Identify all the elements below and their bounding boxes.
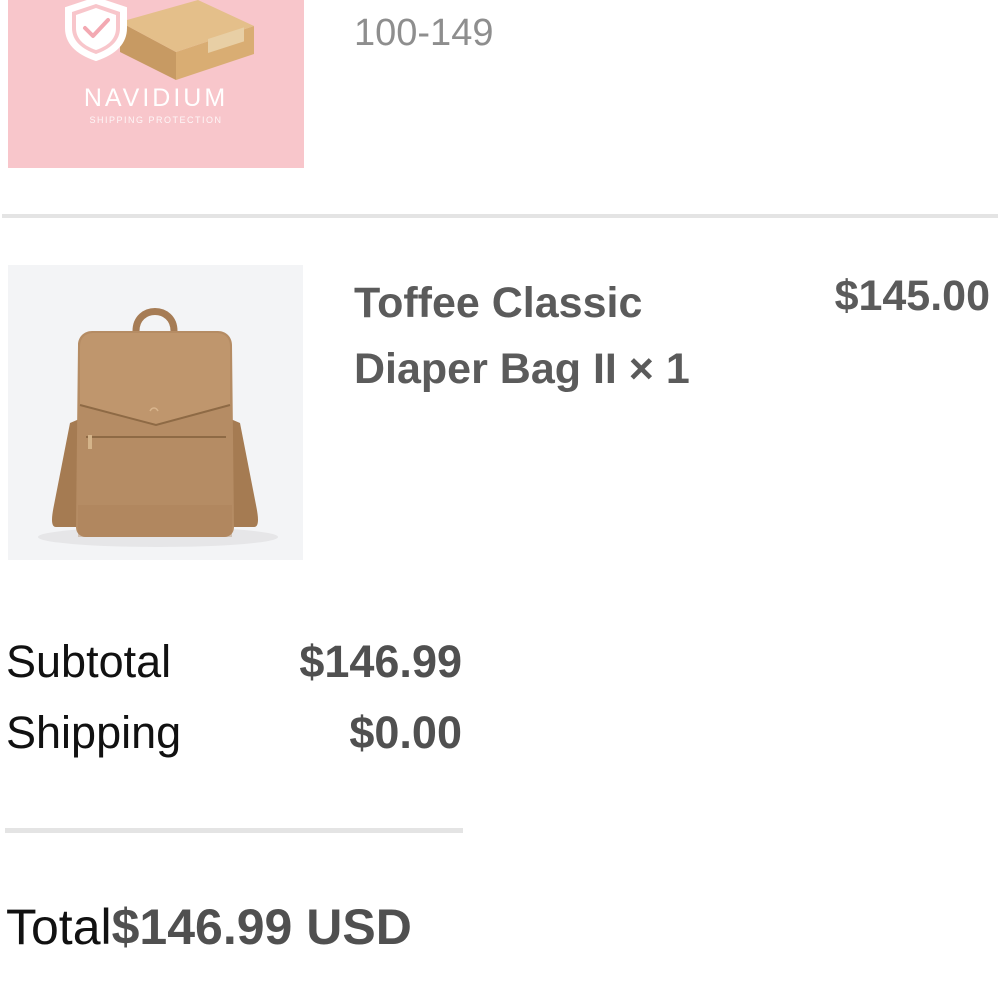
brand-tagline: SHIPPING PROTECTION bbox=[89, 115, 223, 125]
total-label: Total bbox=[6, 899, 112, 955]
subtotal-value: $146.99 bbox=[299, 636, 462, 687]
brand-name: NAVIDIUM bbox=[83, 84, 229, 112]
shipping-label: Shipping bbox=[6, 707, 182, 758]
subtotal-row: Subtotal $146.99 bbox=[6, 636, 462, 688]
shipping-value: $0.00 bbox=[349, 707, 462, 758]
divider bbox=[2, 214, 998, 218]
product-name: Toffee Classic Diaper Bag II × 1 bbox=[354, 270, 774, 402]
product-name-line2: Diaper Bag II × 1 bbox=[354, 345, 690, 393]
backpack-icon bbox=[38, 308, 278, 547]
order-summary: NAVIDIUM SHIPPING PROTECTION 100-149 Tof… bbox=[0, 0, 1000, 1000]
subtotal-label: Subtotal bbox=[6, 636, 172, 687]
product-thumbnail bbox=[8, 265, 303, 560]
product-price: $145.00 bbox=[834, 272, 990, 320]
total-row: Total$146.99 USD bbox=[6, 898, 412, 956]
product-name-line1: Toffee Classic bbox=[354, 279, 643, 327]
item-variant: 100-149 bbox=[354, 12, 494, 54]
shipping-protection-thumbnail: NAVIDIUM SHIPPING PROTECTION bbox=[8, 0, 304, 168]
shipping-row: Shipping $0.00 bbox=[6, 707, 462, 759]
totals-divider bbox=[5, 828, 463, 833]
total-value: $146.99 USD bbox=[111, 899, 412, 955]
